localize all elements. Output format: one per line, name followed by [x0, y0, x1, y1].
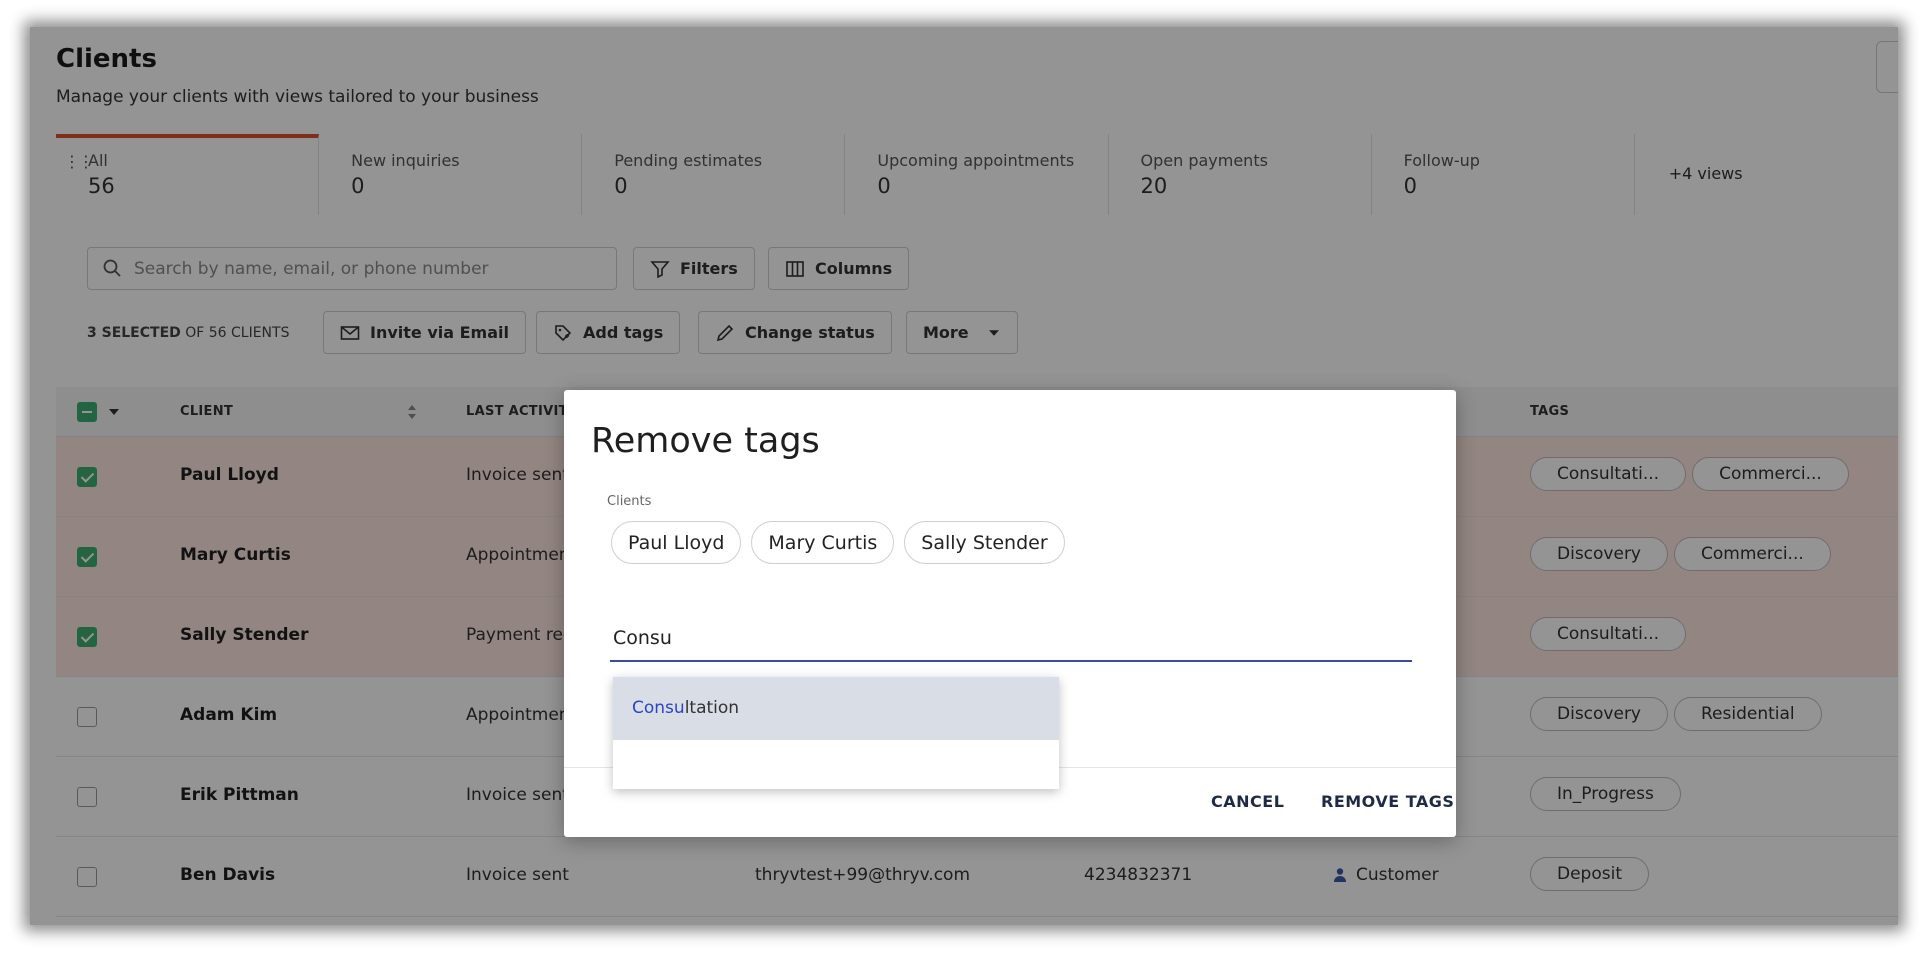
remove-tags-dialog: Remove tags Clients Paul Lloyd Mary Curt…	[564, 390, 1456, 837]
clients-label: Clients	[607, 494, 652, 509]
tag-search-input[interactable]	[610, 615, 1412, 662]
client-chip: Mary Curtis	[751, 521, 895, 564]
suggestion-option[interactable]: Consultation	[613, 677, 1059, 740]
suggestion-match: Consu	[632, 698, 685, 718]
remove-tags-button[interactable]: REMOVE TAGS	[1321, 792, 1454, 811]
selected-clients: Paul Lloyd Mary Curtis Sally Stender	[611, 521, 1065, 564]
suggestion-rest: ltation	[684, 698, 740, 718]
app-window: Clients Manage your clients with views t…	[30, 27, 1898, 925]
client-chip: Paul Lloyd	[611, 521, 742, 564]
client-chip: Sally Stender	[904, 521, 1065, 564]
cancel-button[interactable]: CANCEL	[1211, 792, 1284, 811]
tag-suggestions-dropdown: Consultation	[613, 677, 1059, 789]
dialog-title: Remove tags	[591, 421, 820, 461]
